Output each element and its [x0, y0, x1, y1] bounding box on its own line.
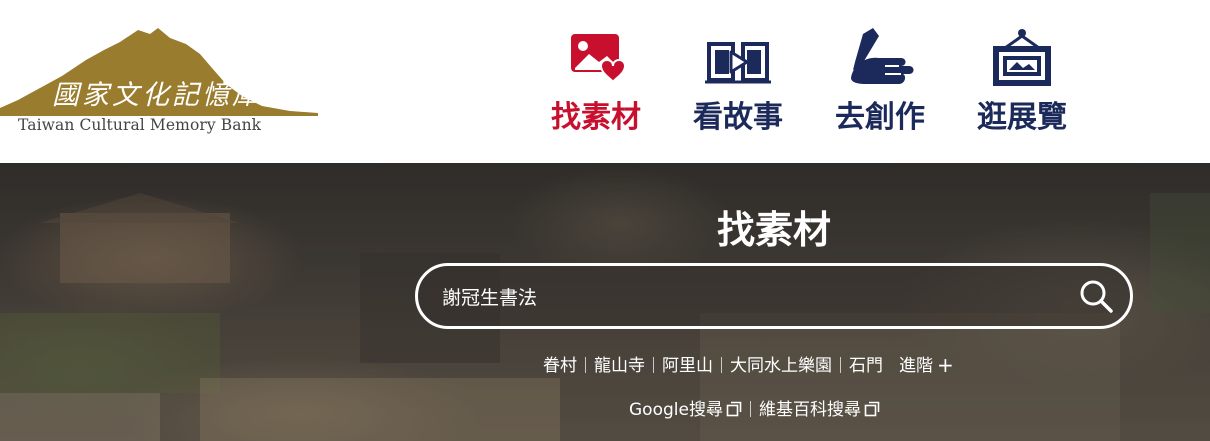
book-play-icon: [682, 28, 794, 90]
popular-tags: 眷村 龍山寺 阿里山 大同水上樂園 石門 進階 +: [543, 351, 954, 377]
tag-link[interactable]: 大同水上樂園: [730, 351, 832, 376]
hero-title: 找素材: [716, 208, 831, 252]
search-icon: [1080, 280, 1113, 313]
tag-separator: [840, 357, 841, 373]
external-link-icon: [864, 401, 880, 417]
image-heart-icon: [540, 28, 652, 90]
nav-item-exhibitions[interactable]: 逛展覽: [966, 28, 1078, 136]
nav-label: 去創作: [835, 100, 925, 135]
logo-subtitle: Taiwan Cultural Memory Bank: [18, 116, 262, 134]
site-header: 國家文化記憶庫 Taiwan Cultural Memory Bank 找素材: [0, 0, 1210, 163]
google-search-label: Google搜尋: [629, 400, 723, 420]
mountain-logo-icon: 國家文化記憶庫: [0, 28, 318, 116]
hand-writing-icon: [824, 28, 936, 90]
nav-item-find-materials[interactable]: 找素材: [540, 28, 652, 136]
nav-item-read-stories[interactable]: 看故事: [682, 28, 794, 136]
tag-link[interactable]: 龍山寺: [594, 351, 645, 376]
tag-link[interactable]: 石門: [849, 351, 883, 376]
framed-picture-icon: [966, 28, 1078, 90]
google-search-link[interactable]: Google搜尋: [629, 395, 742, 420]
tag-link[interactable]: 阿里山: [662, 351, 713, 376]
advanced-search-label: 進階: [899, 356, 933, 376]
nav-item-create[interactable]: 去創作: [824, 28, 936, 136]
advanced-search-link[interactable]: 進階 +: [899, 351, 954, 377]
external-search-links: Google搜尋 維基百科搜尋: [629, 395, 880, 421]
hero-banner: 找素材 眷村龍山寺阿里山大同水上樂園石門進階+ Google搜尋 維基百科搜尋: [0, 163, 1210, 441]
svg-text:國家文化記憶庫: 國家文化記憶庫: [52, 80, 263, 111]
tag-separator: [721, 357, 722, 373]
wikipedia-search-label: 維基百科搜尋: [758, 400, 861, 420]
tag-separator: [653, 357, 654, 373]
nav-label: 看故事: [693, 100, 783, 135]
link-separator: [749, 401, 751, 417]
site-logo[interactable]: 國家文化記憶庫 Taiwan Cultural Memory Bank: [0, 24, 330, 139]
plus-icon: +: [937, 353, 954, 377]
search-box: [415, 263, 1133, 329]
wikipedia-search-link[interactable]: 維基百科搜尋: [759, 395, 880, 420]
nav-label: 找素材: [551, 100, 641, 135]
tag-separator: [585, 357, 586, 373]
tag-link[interactable]: 眷村: [543, 351, 577, 376]
search-input[interactable]: [442, 266, 1062, 326]
external-link-icon: [726, 401, 742, 417]
nav-label: 逛展覽: [977, 100, 1067, 135]
search-button[interactable]: [1078, 278, 1114, 314]
